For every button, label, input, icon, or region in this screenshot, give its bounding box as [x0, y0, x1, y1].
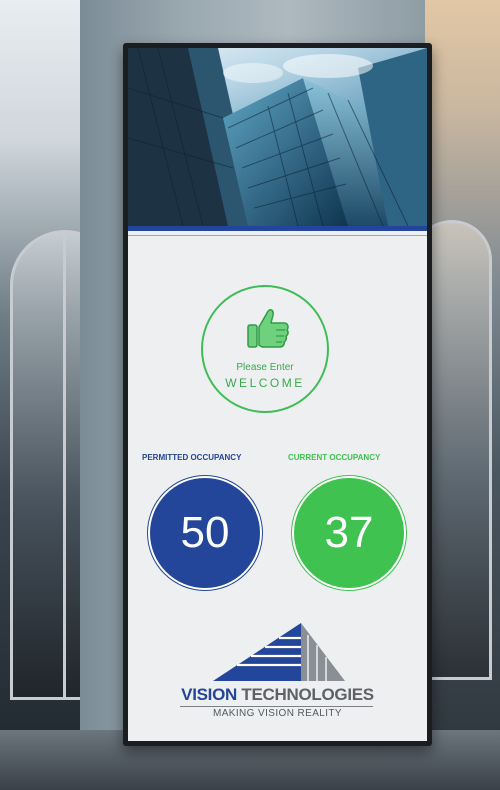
current-occupancy-label: CURRENT OCCUPANCY — [288, 453, 380, 462]
hero-accent-band — [128, 226, 427, 231]
hero-building-image — [128, 48, 427, 226]
signage-display: Please Enter WELCOME PERMITTED OCCUPANCY… — [128, 48, 427, 741]
brand-name-vision: VISION — [181, 685, 237, 704]
brand-name-technologies: TECHNOLOGIES — [236, 685, 374, 704]
skyscraper-illustration — [128, 48, 427, 226]
permitted-occupancy-label: PERMITTED OCCUPANCY — [142, 453, 241, 462]
welcome-badge: Please Enter WELCOME — [201, 285, 329, 413]
brand-tagline: MAKING VISION REALITY — [213, 708, 342, 719]
welcome-text: WELCOME — [225, 376, 305, 390]
vision-technologies-logo — [213, 623, 345, 681]
brand-name: VISION TECHNOLOGIES — [128, 685, 427, 705]
entry-prompt: Please Enter — [236, 362, 294, 373]
permitted-label-suffix: OCCUPANCY — [190, 453, 242, 462]
digital-signage-frame: Please Enter WELCOME PERMITTED OCCUPANCY… — [123, 43, 432, 746]
brand-divider — [180, 706, 373, 707]
current-label-suffix: OCCUPANCY — [329, 453, 381, 462]
current-occupancy-value: 37 — [294, 478, 404, 588]
permitted-occupancy-value: 50 — [150, 478, 260, 588]
current-label-prefix: CURRENT — [288, 453, 330, 462]
thumbs-up-icon — [247, 309, 289, 348]
hero-divider-line — [128, 235, 427, 236]
permitted-label-prefix: PERMITTED — [142, 453, 191, 462]
